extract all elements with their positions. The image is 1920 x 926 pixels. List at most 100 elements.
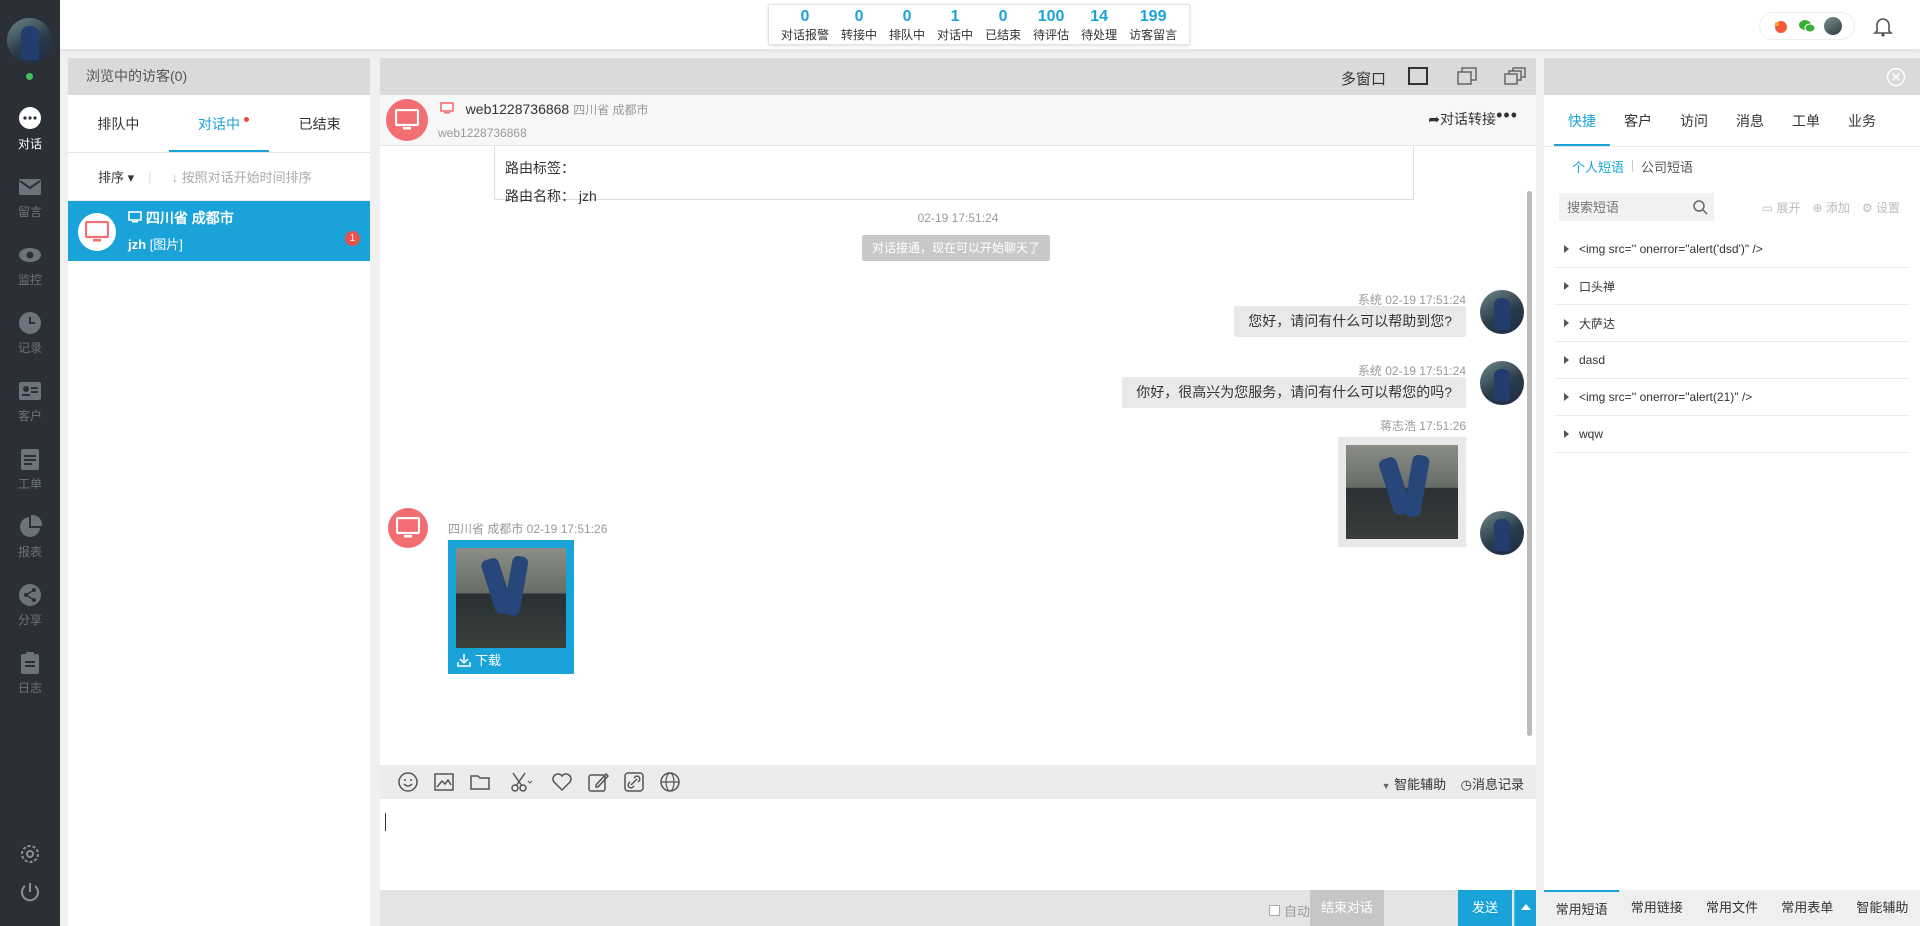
stat-ended[interactable]: 0 已结束 (979, 5, 1027, 44)
single-window-icon[interactable] (1407, 67, 1429, 85)
phrase-item[interactable]: 口头禅 (1554, 268, 1910, 305)
chat-scrollbar[interactable] (1527, 191, 1532, 736)
desktop-icon (128, 211, 142, 223)
message-input[interactable] (380, 799, 1536, 890)
sort-dropdown[interactable]: 排序 ▾ (98, 167, 134, 186)
tab-queued[interactable]: 排队中 (68, 95, 169, 152)
nav-item-chat[interactable]: 对话 (0, 96, 60, 160)
phrase-search-input[interactable] (1559, 193, 1714, 221)
nav-item-reports[interactable]: 报表 (0, 504, 60, 568)
channel-status-pill[interactable] (1759, 12, 1855, 40)
multi-window-label[interactable]: 多窗口 (1341, 68, 1386, 89)
sort-hint: ↓ 按照对话开始时间排序 (171, 170, 312, 185)
scissors-icon[interactable] (504, 770, 538, 794)
nav-label: 监控 (17, 273, 42, 287)
stat-queued[interactable]: 0 排队中 (883, 5, 931, 44)
dual-window-icon[interactable] (1456, 67, 1478, 85)
sort-row: 排序 ▾ | ↓ 按照对话开始时间排序 (68, 153, 370, 201)
tab-messages[interactable]: 消息 (1722, 95, 1778, 146)
more-icon[interactable]: ••• (1496, 105, 1518, 126)
clock-icon (19, 312, 41, 334)
folder-icon[interactable] (468, 770, 492, 794)
edit-form-icon[interactable] (586, 770, 610, 794)
heart-icon[interactable] (550, 770, 574, 794)
send-button[interactable]: 发送 (1458, 890, 1512, 926)
settings-button[interactable]: ⚙ 设置 (1862, 199, 1900, 216)
tab-visit[interactable]: 访问 (1666, 95, 1722, 146)
bell-icon[interactable] (1873, 15, 1893, 37)
tab-customer[interactable]: 客户 (1610, 95, 1666, 146)
expand-button[interactable]: ▭ 展开 (1762, 199, 1801, 216)
tab-quick[interactable]: 快捷 (1554, 95, 1610, 146)
clipboard-icon (21, 652, 39, 674)
stat-label: 排队中 (889, 28, 926, 42)
multi-window-icon[interactable] (1504, 67, 1526, 85)
subtab-personal[interactable]: 个人短语 (1572, 157, 1624, 176)
agent-image-message[interactable] (1338, 437, 1466, 547)
location-text: 四川省 成都市 (145, 210, 234, 226)
visitor-location: 四川省 成都市 (573, 103, 649, 117)
settings-button[interactable] (0, 842, 60, 869)
image-icon[interactable] (432, 770, 456, 794)
id-card-icon (19, 382, 41, 400)
footer-tab-links[interactable]: 常用链接 (1619, 890, 1694, 926)
chat-footer: 自动切换对话 结束对话 发送 (380, 890, 1536, 926)
search-icon[interactable] (1692, 199, 1708, 215)
stat-visitor-messages[interactable]: 199 访客留言 (1123, 5, 1183, 44)
tab-business[interactable]: 业务 (1834, 95, 1890, 146)
nav-item-tickets[interactable]: 工单 (0, 436, 60, 500)
message-image (1346, 445, 1458, 539)
footer-tab-phrases[interactable]: 常用短语 (1544, 890, 1620, 926)
nav-item-monitor[interactable]: 监控 (0, 232, 60, 296)
footer-tab-files[interactable]: 常用文件 (1694, 890, 1769, 926)
monitor-icon (395, 109, 419, 130)
nav-label: 记录 (17, 341, 42, 355)
phrase-item[interactable]: 大萨达 (1554, 305, 1910, 342)
conversation-preview: jzh [图片] (128, 234, 183, 253)
phrase-item[interactable]: <img src='' onerror="alert('dsd')" /> (1554, 231, 1910, 268)
nav-item-records[interactable]: 记录 (0, 300, 60, 364)
phrase-item[interactable]: <img src='' onerror="alert(21)" /> (1554, 379, 1910, 416)
stat-transferring[interactable]: 0 转接中 (835, 5, 883, 44)
globe-icon[interactable] (658, 770, 682, 794)
footer-tab-assist[interactable]: 智能辅助 (1845, 890, 1920, 926)
send-options-button[interactable] (1514, 890, 1536, 926)
add-button[interactable]: ⊕ 添加 (1812, 199, 1849, 216)
stat-label: 对话报警 (781, 28, 830, 42)
divider: | (148, 169, 152, 184)
tab-ended[interactable]: 已结束 (269, 95, 370, 152)
phrase-item[interactable]: wqw (1554, 416, 1910, 453)
link-icon[interactable] (622, 770, 646, 794)
phrase-item[interactable]: dasd (1554, 342, 1910, 379)
nav-item-logs[interactable]: 日志 (0, 640, 60, 704)
assist-toggle[interactable]: ▼ 智能辅助 (1382, 777, 1447, 792)
tab-tickets[interactable]: 工单 (1778, 95, 1834, 146)
stat-alert[interactable]: 0 对话报警 (775, 5, 835, 44)
subtab-company[interactable]: 公司短语 (1641, 157, 1693, 176)
nav-item-share[interactable]: 分享 (0, 572, 60, 636)
download-link[interactable]: 下载 (456, 650, 566, 669)
expand-arrow-icon (1564, 282, 1569, 290)
stat-pending[interactable]: 14 待处理 (1075, 5, 1123, 44)
timestamp: 02-19 17:51:24 (917, 211, 999, 225)
agent-avatar[interactable] (7, 18, 52, 63)
stat-in-conversation[interactable]: 1 对话中 (931, 5, 979, 44)
conversation-item[interactable]: 四川省 成都市 jzh [图片] 1 (68, 201, 370, 261)
footer-tab-forms[interactable]: 常用表单 (1770, 890, 1845, 926)
history-label: 消息记录 (1471, 777, 1524, 792)
stat-to-evaluate[interactable]: 100 待评估 (1027, 5, 1075, 44)
end-conversation-button[interactable]: 结束对话 (1310, 890, 1384, 926)
history-button[interactable]: ◷消息记录 (1461, 777, 1524, 792)
quick-panel-header (1544, 58, 1920, 95)
visitor-image-message[interactable]: 下载 (448, 540, 574, 674)
transfer-button[interactable]: ➦对话转接 (1428, 109, 1496, 129)
message-meta: 四川省 成都市 02-19 17:51:26 (448, 522, 608, 536)
logout-button[interactable] (0, 880, 60, 907)
gear-icon (21, 845, 39, 863)
quick-tabs: 快捷 客户 访问 消息 工单 业务 (1544, 95, 1920, 147)
nav-item-customers[interactable]: 客户 (0, 368, 60, 432)
tab-in-conversation[interactable]: 对话中 (168, 95, 270, 152)
emoji-icon[interactable] (396, 770, 420, 794)
close-icon[interactable] (1886, 67, 1906, 87)
nav-item-message[interactable]: 留言 (0, 164, 60, 228)
